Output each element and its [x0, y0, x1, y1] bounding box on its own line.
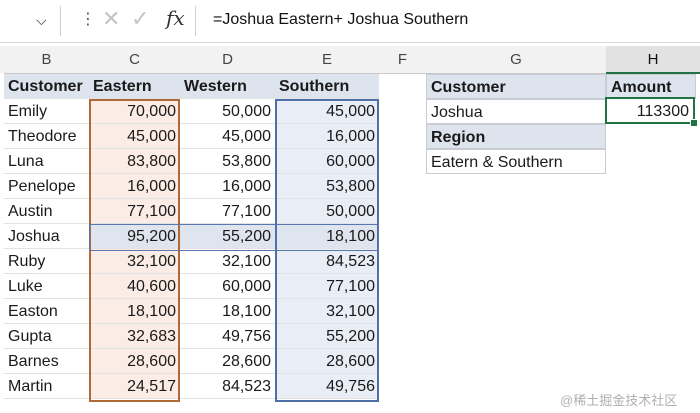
cell-western[interactable]: 50,000: [180, 99, 275, 124]
cell-southern[interactable]: 53,800: [275, 174, 379, 199]
column-header-c[interactable]: C: [89, 46, 181, 74]
header-southern[interactable]: Southern: [275, 74, 379, 99]
cell-western[interactable]: 16,000: [180, 174, 275, 199]
header-customer[interactable]: Customer: [4, 74, 89, 99]
cell-eastern[interactable]: 40,600: [89, 274, 180, 299]
cell-eastern[interactable]: 24,517: [89, 374, 180, 399]
cell-western[interactable]: 55,200: [180, 224, 275, 249]
more-options-icon[interactable]: ⋮: [80, 9, 96, 29]
cell-customer[interactable]: Easton: [4, 299, 89, 324]
cell-customer[interactable]: Penelope: [4, 174, 89, 199]
lookup-amount-label[interactable]: Amount: [606, 74, 696, 99]
cell-southern[interactable]: 77,100: [275, 274, 379, 299]
name-box[interactable]: ⌵: [0, 6, 61, 36]
cell-eastern[interactable]: 18,100: [89, 299, 180, 324]
cell-southern[interactable]: 60,000: [275, 149, 379, 174]
lookup-customer-value[interactable]: Joshua: [426, 99, 606, 124]
cell-western[interactable]: 32,100: [180, 249, 275, 274]
cell-southern[interactable]: 49,756: [275, 374, 379, 399]
formula-bar-divider: [195, 6, 196, 36]
watermark: @稀土掘金技术社区: [560, 393, 678, 408]
lookup-amount-value[interactable]: 113300: [607, 99, 693, 124]
cell-western[interactable]: 60,000: [180, 274, 275, 299]
cell-customer[interactable]: Ruby: [4, 249, 89, 274]
cell-eastern[interactable]: 95,200: [89, 224, 180, 249]
formula-input[interactable]: =Joshua Eastern+ Joshua Southern: [213, 11, 468, 29]
cell-customer[interactable]: Theodore: [4, 124, 89, 149]
lookup-region-value[interactable]: Eatern & Southern: [426, 149, 606, 174]
cell-eastern[interactable]: 28,600: [89, 349, 180, 374]
insert-function-icon[interactable]: fx: [166, 6, 185, 30]
cell-eastern[interactable]: 32,683: [89, 324, 180, 349]
cell-southern[interactable]: 55,200: [275, 324, 379, 349]
lookup-region-label[interactable]: Region: [426, 124, 606, 149]
cell-western[interactable]: 77,100: [180, 199, 275, 224]
chevron-down-icon[interactable]: ⌵: [36, 12, 47, 29]
cell-customer[interactable]: Emily: [4, 99, 89, 124]
cell-western[interactable]: 53,800: [180, 149, 275, 174]
fill-handle[interactable]: [690, 119, 698, 127]
cell-southern[interactable]: 28,600: [275, 349, 379, 374]
cell-eastern[interactable]: 83,800: [89, 149, 180, 174]
cell-western[interactable]: 28,600: [180, 349, 275, 374]
cell-customer[interactable]: Joshua: [4, 224, 89, 249]
cell-southern[interactable]: 32,100: [275, 299, 379, 324]
cell-eastern[interactable]: 70,000: [89, 99, 180, 124]
column-header-b[interactable]: B: [4, 46, 90, 74]
cell-eastern[interactable]: 77,100: [89, 199, 180, 224]
cell-western[interactable]: 49,756: [180, 324, 275, 349]
cell-southern[interactable]: 16,000: [275, 124, 379, 149]
column-header-f[interactable]: F: [379, 46, 427, 74]
cell-southern[interactable]: 18,100: [275, 224, 379, 249]
confirm-icon[interactable]: ✓: [131, 6, 149, 32]
cell-customer[interactable]: Martin: [4, 374, 89, 399]
cancel-icon[interactable]: ✕: [102, 6, 120, 32]
column-header-g[interactable]: G: [426, 46, 607, 74]
cell-eastern[interactable]: 32,100: [89, 249, 180, 274]
header-eastern[interactable]: Eastern: [89, 74, 180, 99]
cell-customer[interactable]: Austin: [4, 199, 89, 224]
cell-southern[interactable]: 84,523: [275, 249, 379, 274]
cell-customer[interactable]: Luke: [4, 274, 89, 299]
cell-customer[interactable]: Gupta: [4, 324, 89, 349]
cell-southern[interactable]: 50,000: [275, 199, 379, 224]
cell-western[interactable]: 18,100: [180, 299, 275, 324]
cell-eastern[interactable]: 45,000: [89, 124, 180, 149]
cell-western[interactable]: 45,000: [180, 124, 275, 149]
lookup-customer-label[interactable]: Customer: [426, 74, 606, 99]
cell-southern[interactable]: 45,000: [275, 99, 379, 124]
column-header-d[interactable]: D: [180, 46, 276, 74]
cell-customer[interactable]: Luna: [4, 149, 89, 174]
formula-bar: ⌵ ⋮ ✕ ✓ fx =Joshua Eastern+ Joshua South…: [0, 0, 700, 43]
column-header-e[interactable]: E: [275, 46, 380, 74]
cell-eastern[interactable]: 16,000: [89, 174, 180, 199]
header-western[interactable]: Western: [180, 74, 275, 99]
cell-customer[interactable]: Barnes: [4, 349, 89, 374]
cell-western[interactable]: 84,523: [180, 374, 275, 399]
column-header-h[interactable]: H: [606, 46, 700, 74]
